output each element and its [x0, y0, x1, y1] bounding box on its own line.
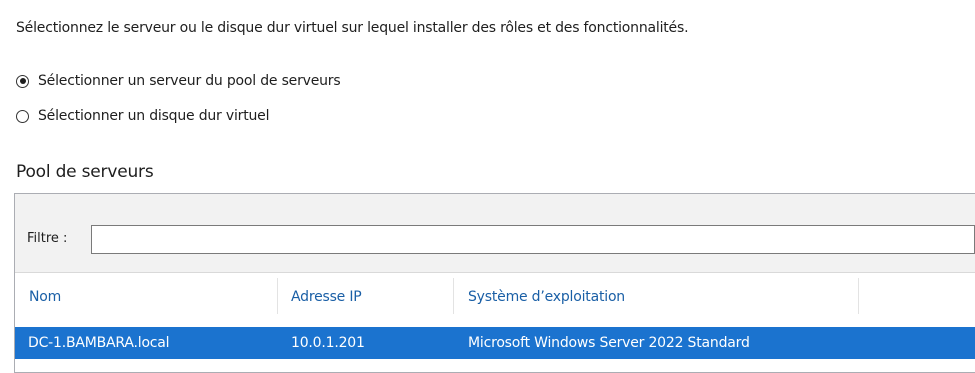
option-server-pool[interactable]: Sélectionner un serveur du pool de serve… — [16, 73, 341, 89]
table-row[interactable]: DC-1.BAMBARA.local 10.0.1.201 Microsoft … — [15, 327, 975, 359]
column-separator[interactable] — [453, 278, 454, 314]
option-server-pool-label: Sélectionner un serveur du pool de serve… — [38, 73, 341, 89]
option-virtual-disk-label: Sélectionner un disque dur virtuel — [38, 108, 270, 124]
cell-ip-address: 10.0.1.201 — [291, 335, 365, 351]
filter-label: Filtre : — [27, 231, 68, 246]
option-virtual-disk[interactable]: Sélectionner un disque dur virtuel — [16, 108, 269, 124]
filter-input[interactable] — [91, 225, 975, 254]
server-pool-panel: Filtre : Nom Adresse IP Système d’exploi… — [14, 193, 975, 373]
filter-bar: Filtre : — [15, 194, 975, 273]
column-header-os[interactable]: Système d’exploitation — [468, 289, 625, 305]
column-header-ip[interactable]: Adresse IP — [291, 289, 362, 305]
instruction-text: Sélectionnez le serveur ou le disque dur… — [16, 20, 689, 36]
cell-operating-system: Microsoft Windows Server 2022 Standard — [468, 335, 750, 351]
table-header: Nom Adresse IP Système d’exploitation — [15, 273, 975, 319]
cell-server-name: DC-1.BAMBARA.local — [28, 335, 170, 351]
server-pool-title: Pool de serveurs — [16, 162, 154, 182]
column-header-name[interactable]: Nom — [29, 289, 61, 305]
radio-unselected-icon[interactable] — [16, 109, 29, 123]
column-separator[interactable] — [858, 278, 859, 314]
radio-selected-icon[interactable] — [16, 74, 29, 88]
column-separator[interactable] — [277, 278, 278, 314]
